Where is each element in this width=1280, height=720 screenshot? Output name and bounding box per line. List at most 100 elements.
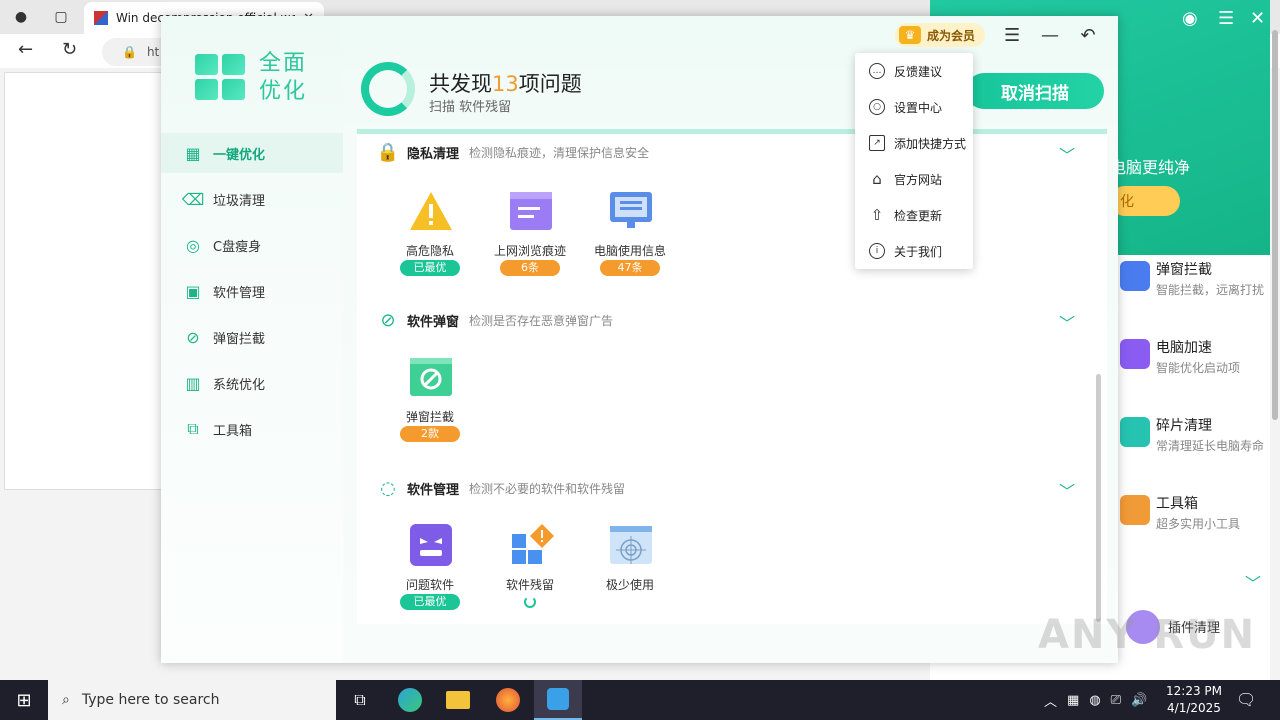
file-explorer-icon[interactable]	[434, 680, 482, 720]
item-label: 软件残留	[505, 578, 554, 592]
sidebar-item-toolbox[interactable]: ⧉ 工具箱	[161, 409, 343, 449]
edge-icon[interactable]	[386, 680, 434, 720]
item-label: 极少使用	[605, 578, 654, 592]
section-header: ⊘ 软件弹窗 检测是否存在恶意弹窗广告	[377, 308, 613, 332]
feature-speedup[interactable]: 电脑加速 智能优化启动项	[1115, 333, 1265, 399]
sidebar: 全面优化 ▦ 一键优化 ⌫ 垃圾清理 ◎ C盘瘦身 ▣ 软件管理 ⊘ 弹窗拦截 …	[161, 16, 343, 663]
user-icon[interactable]: ◉	[1182, 8, 1198, 29]
sidebar-item-c-drive-slim[interactable]: ◎ C盘瘦身	[161, 225, 343, 265]
shortcut-icon: ↗	[869, 135, 885, 151]
browser-history-icon	[510, 192, 552, 230]
sidebar-item-junk-clean[interactable]: ⌫ 垃圾清理	[161, 179, 343, 219]
menu-item-label: 官方网站	[894, 172, 943, 187]
feature-toolbox[interactable]: 工具箱 超多实用小工具	[1115, 489, 1265, 555]
minimize-icon[interactable]: —	[1039, 25, 1061, 46]
scan-status-text: 扫描 软件残留	[429, 100, 512, 115]
sidebar-item-system-optimize[interactable]: ▥ 系统优化	[161, 363, 343, 403]
menu-item-about[interactable]: i 关于我们	[855, 233, 973, 269]
firefox-icon[interactable]	[484, 680, 532, 720]
item-problem-software[interactable]: 问题软件 已最优	[388, 524, 472, 624]
menu-item-feedback[interactable]: … 反馈建议	[855, 53, 973, 89]
menu-icon[interactable]: ☰	[1001, 25, 1023, 46]
menu-item-label: 关于我们	[894, 244, 943, 259]
tray-icon[interactable]: ◍	[1089, 693, 1100, 708]
item-pc-usage-info[interactable]: 电脑使用信息 47条	[588, 190, 672, 290]
close-icon[interactable]: ✕	[1250, 8, 1265, 29]
menu-icon[interactable]: ☰	[1218, 8, 1234, 29]
apps-icon: ▣	[185, 281, 201, 301]
results-scrollbar[interactable]	[1096, 374, 1101, 622]
sidebar-item-popup-block[interactable]: ⊘ 弹窗拦截	[161, 317, 343, 357]
url-text: ht	[146, 45, 160, 59]
item-label: 上网浏览痕迹	[493, 244, 566, 258]
volume-icon[interactable]: 🔊	[1131, 693, 1147, 708]
sidebar-item-one-click-optimize[interactable]: ▦ 一键优化	[161, 133, 343, 173]
home-icon: ⌂	[872, 170, 882, 188]
section-title: 隐私清理	[407, 146, 460, 162]
section-title: 软件弹窗	[407, 314, 460, 330]
popup-icon	[410, 358, 452, 396]
search-icon: ⌕	[62, 692, 70, 708]
title-prefix: 共发现	[429, 72, 492, 96]
chevron-down-icon[interactable]: ﹀	[1059, 310, 1075, 334]
item-label: 弹窗拦截	[405, 410, 454, 424]
ad-block-icon	[1120, 261, 1150, 291]
cancel-scan-button[interactable]: 取消扫描	[966, 73, 1104, 109]
menu-item-official-site[interactable]: ⌂ 官方网站	[855, 161, 973, 197]
task-view-icon[interactable]: ⧉	[336, 680, 384, 720]
system-tray: ︿ ▦ ◍ ⎚ 🔊	[1044, 680, 1147, 720]
issue-count: 13	[492, 72, 519, 96]
background-app-tagline: 电脑更纯净	[1110, 158, 1191, 177]
item-software-residue[interactable]: 软件残留	[488, 524, 572, 624]
chevron-down-icon[interactable]: ﹀	[1059, 142, 1075, 166]
scan-result-title: 共发现13项问题	[429, 68, 582, 98]
item-rarely-used[interactable]: 极少使用	[588, 524, 672, 624]
notification-icon[interactable]: 🗨	[1236, 690, 1256, 709]
item-high-risk-privacy[interactable]: 高危隐私 已最优	[388, 190, 472, 290]
item-browsing-history[interactable]: 上网浏览痕迹 6条	[488, 190, 572, 290]
background-app-optimize-button[interactable]: 化	[1110, 186, 1180, 216]
item-popup-block[interactable]: 弹窗拦截 2款	[388, 356, 472, 456]
profile-icon[interactable]: ●	[10, 6, 32, 28]
status-badge: 已最优	[400, 260, 460, 276]
back-icon[interactable]: ←	[18, 39, 33, 60]
grid-icon: ▦	[185, 143, 201, 163]
title-suffix: 项问题	[518, 72, 582, 96]
chevron-down-icon[interactable]: ﹀	[1059, 478, 1075, 502]
chevron-down-icon[interactable]: ﹀	[1245, 570, 1261, 594]
menu-item-add-shortcut[interactable]: ↗ 添加快捷方式	[855, 125, 973, 161]
become-member-button[interactable]: ♛ 成为会员	[895, 23, 986, 47]
loading-icon: ◌	[380, 477, 396, 499]
clock[interactable]: 12:23 PM 4/1/2025	[1164, 683, 1224, 717]
scrollbar[interactable]	[1272, 30, 1278, 420]
chevron-up-icon[interactable]: ︿	[1044, 691, 1057, 710]
menu-item-settings[interactable]: ○ 设置中心	[855, 89, 973, 125]
popup-block-icon: ⊘	[380, 309, 396, 331]
feature-title: 弹窗拦截	[1156, 262, 1212, 278]
menu-item-check-update[interactable]: ⇧ 检查更新	[855, 197, 973, 233]
sidebar-item-label: 工具箱	[213, 423, 253, 439]
section-header: ◌ 软件管理 检测不必要的软件和软件残留	[377, 476, 625, 500]
menu-item-label: 检查更新	[894, 208, 943, 223]
tab-actions-icon[interactable]: ▢	[50, 6, 72, 28]
sidebar-item-label: 一键优化	[213, 147, 266, 163]
windows-start-icon[interactable]: ⊞	[0, 680, 48, 720]
status-badge: 47条	[600, 260, 660, 276]
settings-icon: ○	[869, 99, 885, 115]
reload-icon[interactable]: ↻	[62, 39, 77, 60]
sidebar-item-software-manage[interactable]: ▣ 软件管理	[161, 271, 343, 311]
network-icon[interactable]: ⎚	[1111, 693, 1121, 708]
back-arrow-icon[interactable]: ↶	[1077, 25, 1099, 46]
sidebar-item-label: 软件管理	[213, 285, 266, 301]
search-placeholder: Type here to search	[81, 692, 220, 708]
monitor-icon	[610, 192, 652, 228]
sidebar-item-label: 系统优化	[213, 377, 266, 393]
section-header: 🔒 隐私清理 检测隐私痕迹，清理保护信息安全	[377, 140, 649, 164]
feature-defrag[interactable]: 碎片清理 常清理延长电脑寿命	[1115, 411, 1265, 477]
cobweb-icon	[610, 526, 652, 564]
optimizer-taskbar-icon[interactable]	[534, 680, 582, 720]
taskbar-search-box[interactable]: ⌕ Type here to search	[48, 680, 336, 720]
optimizer-app-window: 全面优化 ▦ 一键优化 ⌫ 垃圾清理 ◎ C盘瘦身 ▣ 软件管理 ⊘ 弹窗拦截 …	[161, 16, 1118, 663]
app-tray-icon[interactable]: ▦	[1067, 693, 1079, 708]
feature-popup-block[interactable]: 弹窗拦截 智能拦截，远离打扰	[1115, 255, 1265, 321]
